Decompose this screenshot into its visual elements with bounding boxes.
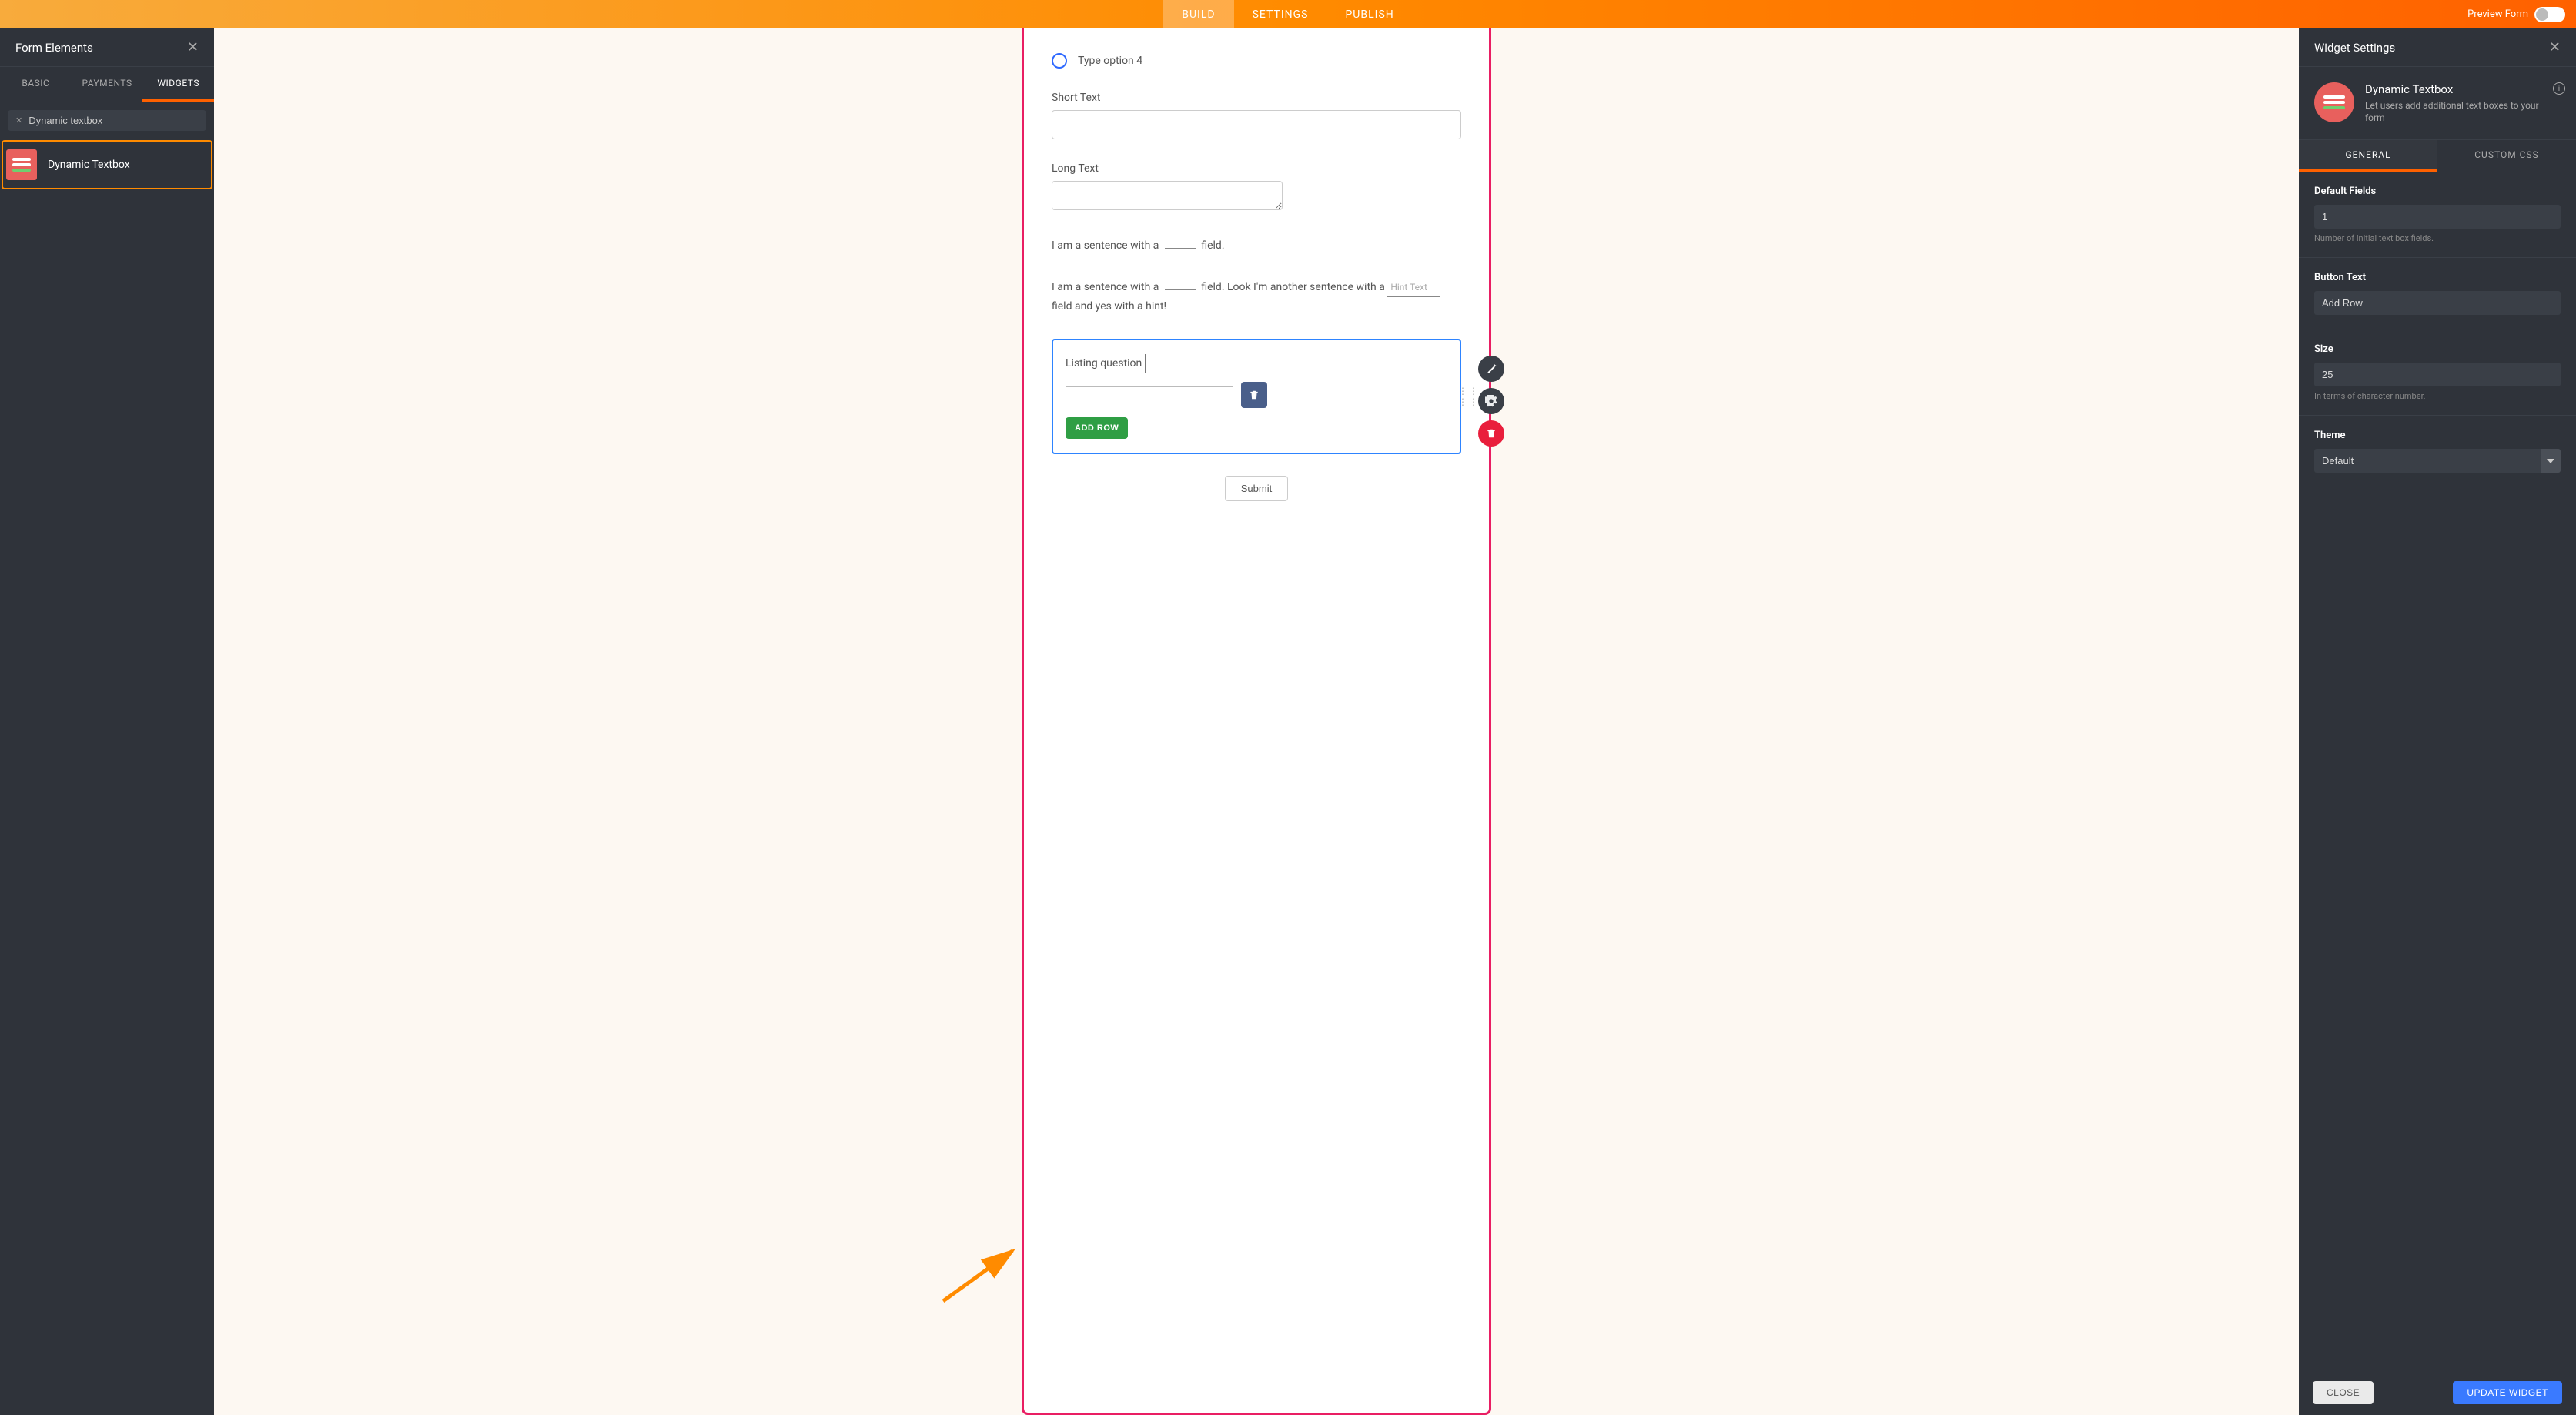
size-input[interactable]	[2314, 363, 2561, 386]
settings-fab[interactable]	[1478, 388, 1504, 414]
left-tabs: BASIC PAYMENTS WIDGETS	[0, 67, 214, 102]
widget-item-label: Dynamic Textbox	[48, 159, 130, 171]
fill-blank-sentence-1: I am a sentence with a field.	[1052, 239, 1225, 252]
right-sidebar: Widget Settings ✕ Dynamic Textbox Let us…	[2299, 28, 2576, 1415]
listing-question-label[interactable]: Listing question	[1066, 357, 1146, 370]
hint-blank-field[interactable]: Hint Text	[1387, 278, 1440, 297]
tab-widgets[interactable]: WIDGETS	[142, 67, 214, 102]
theme-dropdown-button[interactable]	[2541, 449, 2561, 473]
widget-settings-title: Widget Settings	[2314, 41, 2395, 55]
panel-header-left: Form Elements ✕	[0, 28, 214, 67]
button-text-label: Button Text	[2314, 272, 2561, 283]
radio-option-4[interactable]: Type option 4	[1052, 53, 1461, 69]
trash-icon	[1249, 390, 1260, 400]
info-icon[interactable]: i	[2553, 82, 2565, 95]
tab-general[interactable]: GENERAL	[2299, 139, 2437, 172]
dynamic-textbox-icon	[6, 149, 37, 180]
blank-field[interactable]	[1165, 289, 1196, 290]
widget-settings-footer: CLOSE UPDATE WIDGET	[2299, 1370, 2576, 1415]
default-fields-label: Default Fields	[2314, 186, 2561, 197]
close-button[interactable]: CLOSE	[2313, 1381, 2374, 1404]
tab-publish[interactable]: PUBLISH	[1326, 0, 1412, 28]
long-text-label: Long Text	[1052, 162, 1461, 175]
size-label: Size	[2314, 343, 2561, 355]
short-text-input[interactable]	[1052, 110, 1461, 139]
dynamic-row-input[interactable]	[1066, 386, 1233, 403]
tab-settings-top[interactable]: SETTINGS	[1234, 0, 1327, 28]
delete-fab[interactable]	[1478, 420, 1504, 447]
blank-field[interactable]	[1165, 248, 1196, 249]
element-actions	[1478, 356, 1504, 447]
size-hint: In terms of character number.	[2314, 391, 2561, 401]
tab-payments[interactable]: PAYMENTS	[72, 67, 143, 102]
right-tabs: GENERAL CUSTOM CSS	[2299, 139, 2576, 172]
form-canvas: Type option 4 Short Text Long Text I am …	[214, 28, 2299, 1415]
add-row-button[interactable]: ADD ROW	[1066, 417, 1128, 439]
form-elements-title: Form Elements	[15, 41, 93, 55]
top-tabs: BUILD SETTINGS PUBLISH	[1163, 0, 1413, 28]
widget-search-input[interactable]	[28, 115, 199, 126]
settings-body: Default Fields Number of initial text bo…	[2299, 172, 2576, 1370]
default-fields-input[interactable]	[2314, 205, 2561, 229]
button-text-input[interactable]	[2314, 291, 2561, 315]
fill-blank-sentence-2: I am a sentence with a field. Look I'm a…	[1052, 281, 1440, 313]
panel-header-right: Widget Settings ✕	[2299, 28, 2576, 67]
short-text-label: Short Text	[1052, 92, 1461, 104]
widget-item-dynamic-textbox[interactable]: Dynamic Textbox	[2, 140, 212, 189]
wand-icon	[1485, 363, 1497, 375]
selected-widget-block[interactable]: Listing question ADD ROW ⋮⋮⋮⋮	[1052, 339, 1461, 454]
widget-subdesc: Let users add additional text boxes to y…	[2365, 99, 2561, 124]
dynamic-textbox-icon	[2314, 82, 2354, 122]
delete-row-button[interactable]	[1241, 382, 1267, 408]
gear-icon	[1485, 395, 1497, 407]
radio-icon	[1052, 53, 1067, 69]
close-icon[interactable]: ✕	[2549, 39, 2561, 55]
widget-name: Dynamic Textbox	[2365, 82, 2561, 96]
preview-toggle[interactable]	[2534, 7, 2565, 22]
tab-basic[interactable]: BASIC	[0, 67, 72, 102]
tab-custom-css[interactable]: CUSTOM CSS	[2437, 139, 2576, 172]
clear-search-icon[interactable]: ✕	[15, 115, 22, 125]
preview-label: Preview Form	[2467, 8, 2528, 20]
preview-form-toggle: Preview Form	[2467, 7, 2565, 22]
theme-select[interactable]	[2314, 449, 2541, 473]
top-bar: BUILD SETTINGS PUBLISH Preview Form	[0, 0, 2576, 28]
left-sidebar: Form Elements ✕ BASIC PAYMENTS WIDGETS ✕…	[0, 28, 214, 1415]
trash-icon	[1486, 428, 1497, 439]
form-card: Type option 4 Short Text Long Text I am …	[1022, 28, 1491, 1415]
tab-build[interactable]: BUILD	[1163, 0, 1233, 28]
close-icon[interactable]: ✕	[187, 39, 199, 55]
annotation-arrow-icon	[939, 1243, 1024, 1305]
drag-handle-icon[interactable]: ⋮⋮⋮⋮	[1458, 386, 1480, 407]
theme-label: Theme	[2314, 430, 2561, 441]
radio-label: Type option 4	[1078, 55, 1142, 67]
submit-button[interactable]: Submit	[1225, 476, 1288, 501]
update-widget-button[interactable]: UPDATE WIDGET	[2453, 1381, 2562, 1404]
default-fields-hint: Number of initial text box fields.	[2314, 233, 2561, 243]
widget-search: ✕	[8, 110, 206, 131]
long-text-input[interactable]	[1052, 181, 1283, 210]
chevron-down-icon	[2547, 459, 2554, 463]
wand-button[interactable]	[1478, 356, 1504, 382]
widget-description: Dynamic Textbox Let users add additional…	[2299, 67, 2576, 139]
